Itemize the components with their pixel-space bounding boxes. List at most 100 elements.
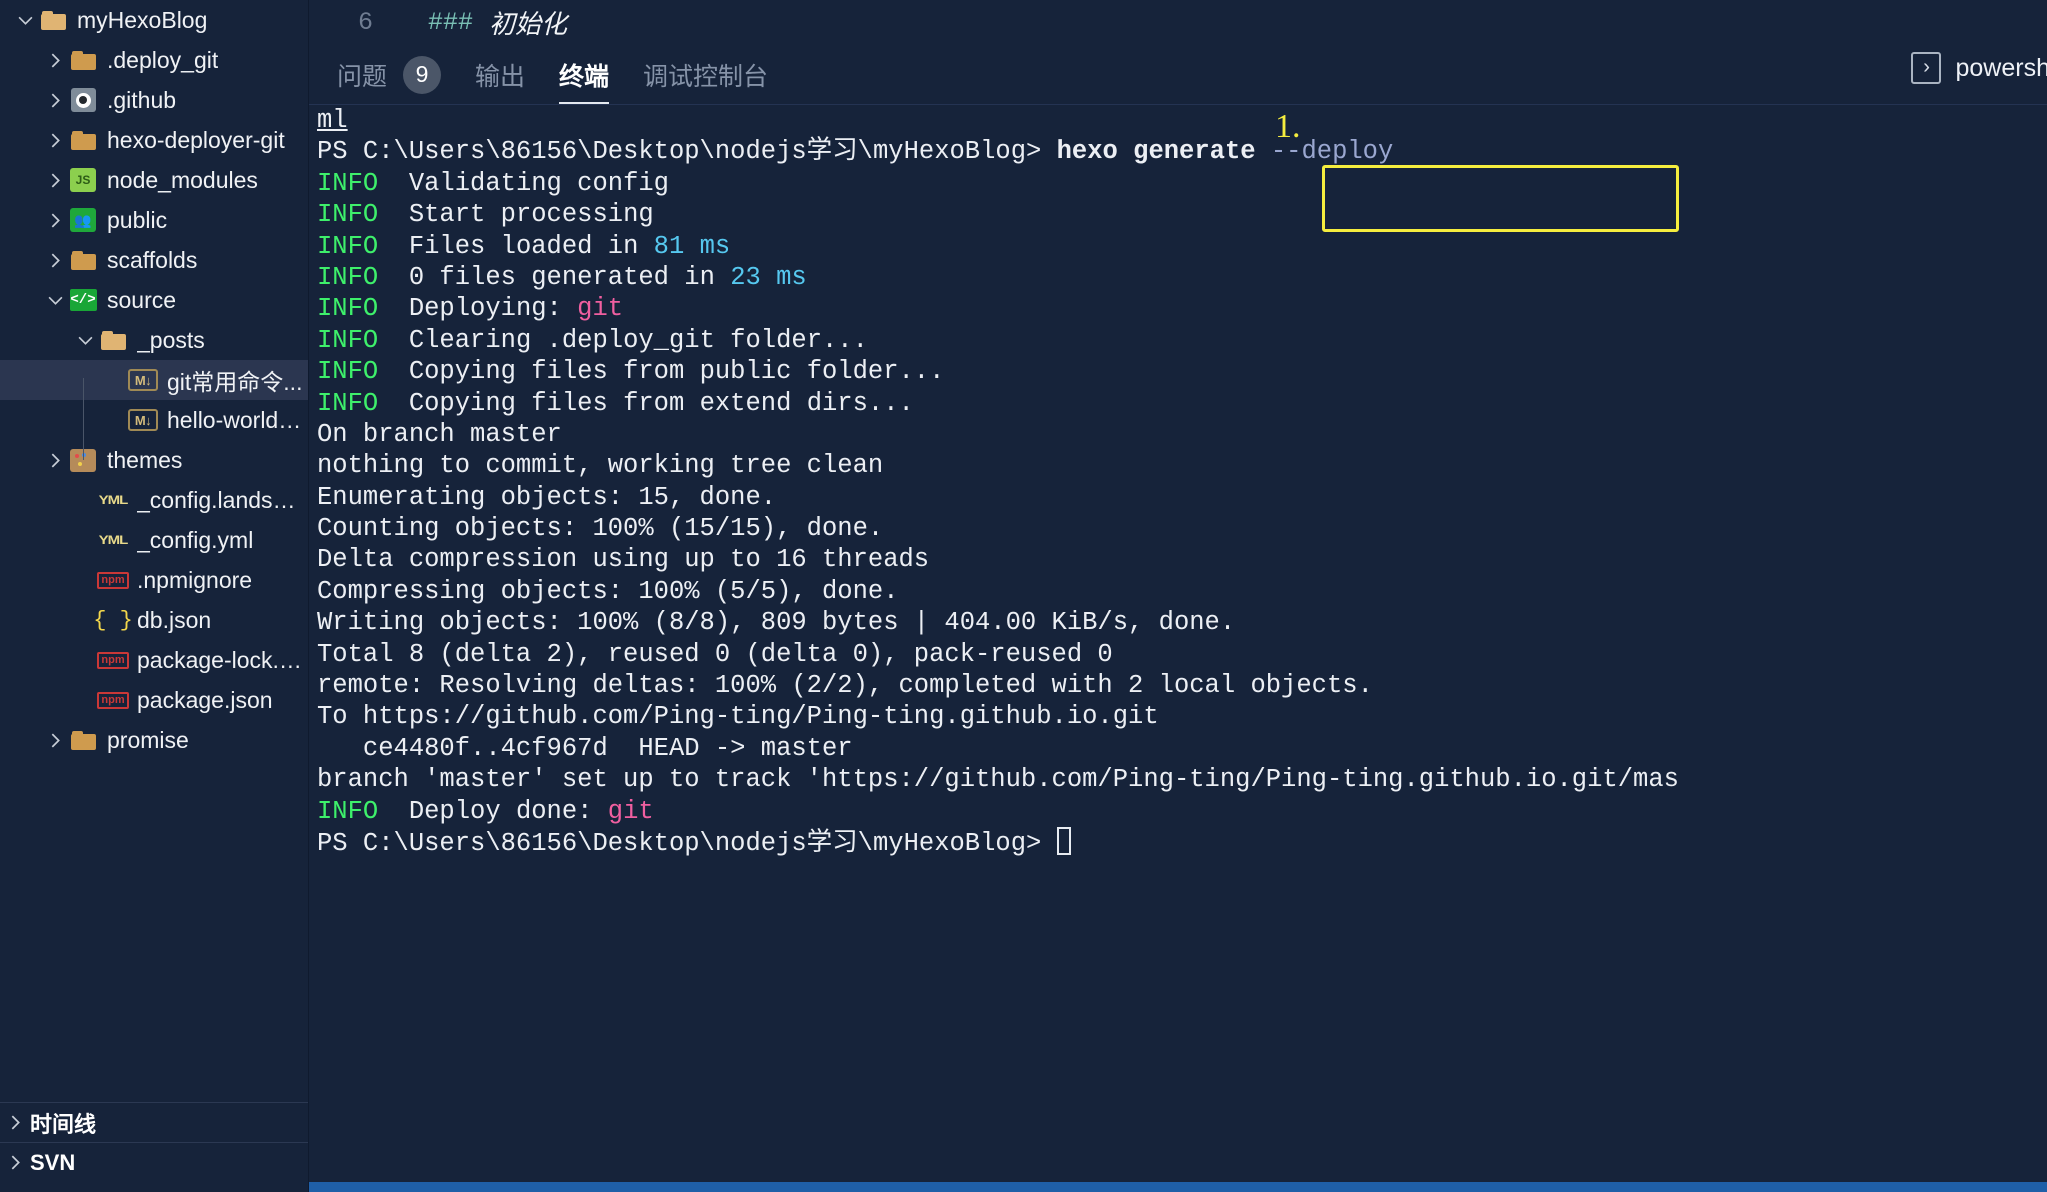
- tree-item-icon: YML: [98, 487, 129, 513]
- folder-icon: [70, 730, 96, 750]
- chevron-right-icon[interactable]: [42, 172, 68, 189]
- tree-item-package.json[interactable]: npm package.json: [0, 680, 308, 720]
- terminal-output-line: Enumerating objects: 15, done.: [317, 482, 777, 512]
- terminal-info-line: INFO Deploy done: git: [317, 796, 654, 826]
- public-folder-icon: 👥: [70, 208, 96, 232]
- panel-tab-调试控制台[interactable]: 调试控制台: [643, 46, 768, 104]
- tree-item-label: myHexoBlog: [77, 6, 208, 33]
- terminal-output-line: branch 'master' set up to track 'https:/…: [317, 765, 1679, 795]
- sidebar-section-[interactable]: 时间线: [0, 1102, 308, 1142]
- tree-item-icon: npm: [97, 687, 129, 713]
- terminal-output-line: Delta compression using up to 16 threads: [317, 545, 930, 575]
- panel-tab-bar[interactable]: 问题 9 输出 终端 调试控制台: [309, 45, 2047, 105]
- tree-item-node_modules[interactable]: JS node_modules: [0, 160, 308, 200]
- panel-tab-问题[interactable]: 问题 9: [337, 46, 442, 104]
- source-folder-icon: </>: [69, 289, 97, 311]
- explorer-sidebar: myHexoBlog .deploy_git .github hexo-deploye…: [0, 0, 309, 1192]
- tree-item-label: themes: [107, 446, 183, 473]
- terminal-info-line: INFO Copying files from extend dirs...: [317, 388, 914, 418]
- terminal-active-prompt: PS C:\Users\86156\Desktop\nodejs学习\myHex…: [317, 826, 2047, 858]
- terminal-output-line: nothing to commit, working tree clean: [317, 451, 884, 481]
- terminal-output[interactable]: ml PS C:\Users\86156\Desktop\nodejs学习\myH…: [309, 105, 2047, 1182]
- chevron-right-icon[interactable]: [0, 1154, 30, 1171]
- tree-item-.github[interactable]: .github: [0, 80, 308, 120]
- terminal-output-line: Compressing objects: 100% (5/5), done.: [317, 576, 899, 606]
- terminal-info-line: INFO Start processing: [317, 200, 654, 230]
- tree-item-promise[interactable]: promise: [0, 720, 308, 760]
- json-file-icon: { }: [93, 607, 133, 633]
- tree-indent-guide: [83, 378, 84, 460]
- editor-and-panel-area: 6 ### 初始化 问题9 输出终端 调试控制台 › powershell ml PS…: [309, 0, 2047, 1192]
- chevron-right-icon[interactable]: [42, 52, 68, 69]
- terminal-output-line: ce4480f..4cf967d HEAD -> master: [317, 733, 853, 763]
- chevron-down-icon[interactable]: [42, 292, 68, 309]
- tree-item-hello-world.md[interactable]: M↓ hello-world.md: [0, 400, 308, 440]
- tree-item-hexo-deployer-git[interactable]: hexo-deployer-git: [0, 120, 308, 160]
- terminal-shell-selector[interactable]: › powershell: [1911, 52, 2047, 84]
- tree-item-label: hexo-deployer-git: [107, 126, 285, 153]
- tree-item-icon: </>: [68, 287, 98, 313]
- yaml-file-icon: YML: [98, 533, 129, 547]
- editor-line-number: 6: [357, 8, 373, 37]
- editor-last-visible-line: 6 ### 初始化: [309, 0, 2047, 45]
- chevron-right-icon[interactable]: [42, 452, 68, 469]
- vscode-window: myHexoBlog .deploy_git .github hexo-deploye…: [0, 0, 2047, 1192]
- tree-item-icon: M↓: [128, 407, 158, 433]
- file-tree[interactable]: myHexoBlog .deploy_git .github hexo-deploye…: [0, 0, 308, 760]
- panel-tab-输出[interactable]: 输出: [475, 46, 525, 104]
- tree-item-_config.landscap...[interactable]: YML _config.landscap...: [0, 480, 308, 520]
- tree-item-icon: M↓: [128, 367, 158, 393]
- tree-item-icon: npm: [97, 567, 129, 593]
- tree-item-label: package-lock.json: [137, 646, 304, 673]
- markdown-file-icon: M↓: [128, 369, 158, 391]
- tree-item-package-lock.json[interactable]: npm package-lock.json: [0, 640, 308, 680]
- status-bar: [309, 1182, 2047, 1192]
- tree-item-icon: YML: [98, 527, 129, 553]
- chevron-right-icon[interactable]: [42, 212, 68, 229]
- terminal-cursor: [1056, 826, 1071, 855]
- tree-item-icon: [68, 727, 98, 753]
- tree-item-_config.yml[interactable]: YML _config.yml: [0, 520, 308, 560]
- terminal-output-line: On branch master: [317, 419, 562, 449]
- npm-file-icon: npm: [97, 651, 129, 669]
- tree-item-scaffolds[interactable]: scaffolds: [0, 240, 308, 280]
- tree-item-_posts[interactable]: _posts: [0, 320, 308, 360]
- tree-item-icon: [38, 7, 68, 33]
- chevron-down-icon[interactable]: [12, 12, 38, 29]
- tree-item-icon: 👥: [68, 207, 98, 233]
- chevron-right-icon[interactable]: [42, 252, 68, 269]
- terminal-output-line: Writing objects: 100% (8/8), 809 bytes |…: [317, 608, 1236, 638]
- tree-item-public[interactable]: 👥 public: [0, 200, 308, 240]
- panel-tab-终端[interactable]: 终端: [559, 46, 610, 104]
- markdown-heading-text: 初始化: [489, 11, 568, 41]
- terminal-shell-name: powershell: [1955, 53, 2047, 82]
- tree-item-.deploy_git[interactable]: .deploy_git: [0, 40, 308, 80]
- panel-tab-label: 调试控制台: [643, 62, 769, 91]
- tree-item-icon: [98, 327, 128, 353]
- terminal-info-line: INFO Validating config: [317, 168, 669, 198]
- chevron-right-icon[interactable]: [42, 92, 68, 109]
- chevron-right-boxed-icon: ›: [1911, 52, 1942, 84]
- tree-item-myhexoblog[interactable]: myHexoBlog: [0, 0, 308, 40]
- chevron-right-icon[interactable]: [42, 132, 68, 149]
- terminal-info-line: INFO Copying files from public folder...: [317, 357, 945, 387]
- markdown-file-icon: M↓: [128, 409, 158, 431]
- sidebar-section-svn[interactable]: SVN: [0, 1142, 308, 1182]
- terminal-info-line: INFO Files loaded in 81 ms: [317, 231, 731, 261]
- sidebar-section-label: SVN: [30, 1149, 76, 1175]
- tree-item-label: source: [107, 286, 177, 313]
- tree-item-icon: [68, 47, 98, 73]
- chevron-right-icon[interactable]: [42, 732, 68, 749]
- chevron-down-icon[interactable]: [72, 332, 98, 349]
- yaml-file-icon: YML: [98, 493, 129, 507]
- terminal-output-line: Total 8 (delta 2), reused 0 (delta 0), p…: [317, 639, 1113, 669]
- terminal-scrollback-fragment: ml: [317, 106, 348, 135]
- tree-item-icon: [68, 247, 98, 273]
- tree-item-db.json[interactable]: { } db.json: [0, 600, 308, 640]
- tree-item-themes[interactable]: themes: [0, 440, 308, 480]
- sidebar-statusbar-filler: [0, 1182, 308, 1192]
- tree-item-source[interactable]: </> source: [0, 280, 308, 320]
- tree-item-git...[interactable]: M↓ git常用命令...: [0, 360, 308, 400]
- chevron-right-icon[interactable]: [0, 1114, 30, 1131]
- tree-item-.npmignore[interactable]: npm .npmignore: [0, 560, 308, 600]
